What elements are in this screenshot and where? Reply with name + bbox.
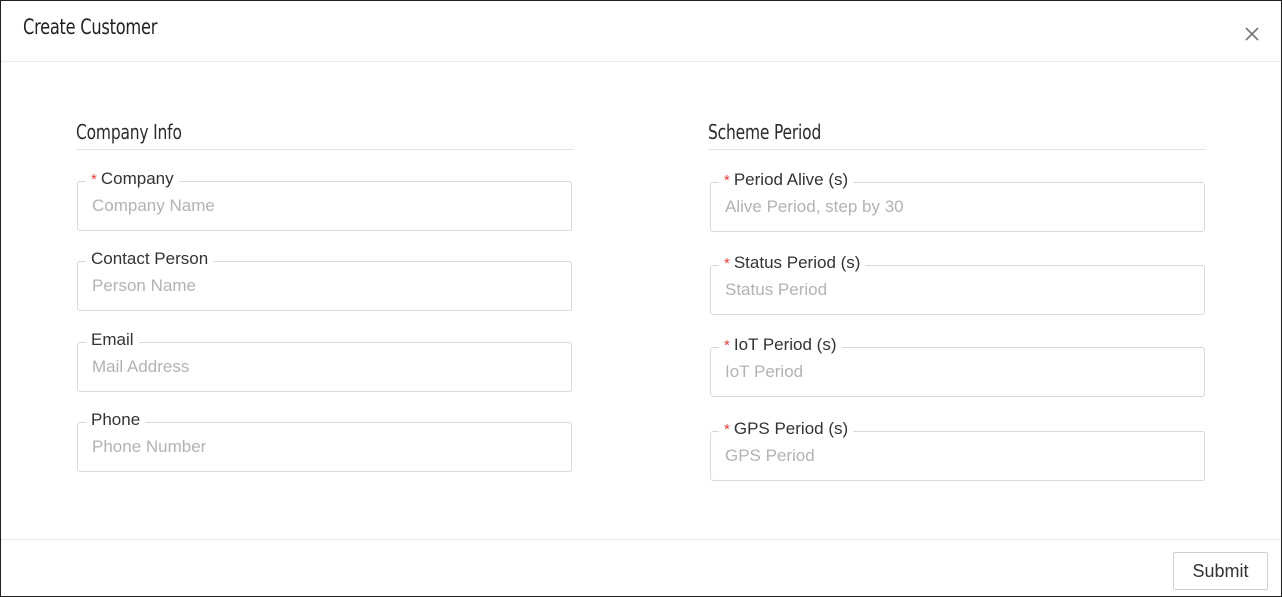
- scheme-period-heading: Scheme Period: [708, 120, 822, 144]
- period-alive-input[interactable]: [725, 195, 1185, 219]
- required-marker: *: [724, 255, 730, 272]
- phone-label: Phone: [86, 409, 146, 431]
- gps-period-field: * GPS Period (s): [710, 418, 1205, 481]
- iot-period-input[interactable]: [725, 360, 1185, 384]
- gps-period-input[interactable]: [725, 444, 1185, 468]
- email-input[interactable]: [92, 355, 552, 379]
- company-input[interactable]: [92, 194, 552, 218]
- required-marker: *: [724, 421, 730, 438]
- status-period-label: * Status Period (s): [719, 252, 866, 275]
- company-info-divider: [76, 149, 574, 150]
- email-field: Email: [77, 329, 572, 392]
- status-period-input[interactable]: [725, 278, 1185, 302]
- contact-person-input[interactable]: [92, 274, 552, 298]
- iot-period-field: * IoT Period (s): [710, 334, 1205, 397]
- dialog-title: Create Customer: [23, 15, 158, 39]
- required-marker: *: [91, 171, 97, 188]
- contact-person-label: Contact Person: [86, 248, 214, 270]
- dialog-header: Create Customer: [1, 1, 1281, 62]
- phone-field: Phone: [77, 409, 572, 472]
- required-marker: *: [724, 337, 730, 354]
- close-icon[interactable]: [1243, 25, 1261, 43]
- company-label: * Company: [86, 168, 179, 191]
- period-alive-field: * Period Alive (s): [710, 169, 1205, 232]
- period-alive-label: * Period Alive (s): [719, 169, 854, 192]
- contact-person-field: Contact Person: [77, 248, 572, 311]
- email-label: Email: [86, 329, 139, 351]
- phone-input[interactable]: [92, 435, 552, 459]
- scheme-period-divider: [708, 149, 1206, 150]
- create-customer-dialog: Create Customer Company Info * Company Co…: [0, 0, 1282, 597]
- company-info-heading: Company Info: [76, 120, 182, 144]
- gps-period-label: * GPS Period (s): [719, 418, 854, 441]
- company-field: * Company: [77, 168, 572, 231]
- iot-period-label: * IoT Period (s): [719, 334, 842, 357]
- dialog-footer: Submit: [1, 539, 1281, 597]
- status-period-field: * Status Period (s): [710, 252, 1205, 315]
- required-marker: *: [724, 172, 730, 189]
- submit-button[interactable]: Submit: [1173, 552, 1268, 590]
